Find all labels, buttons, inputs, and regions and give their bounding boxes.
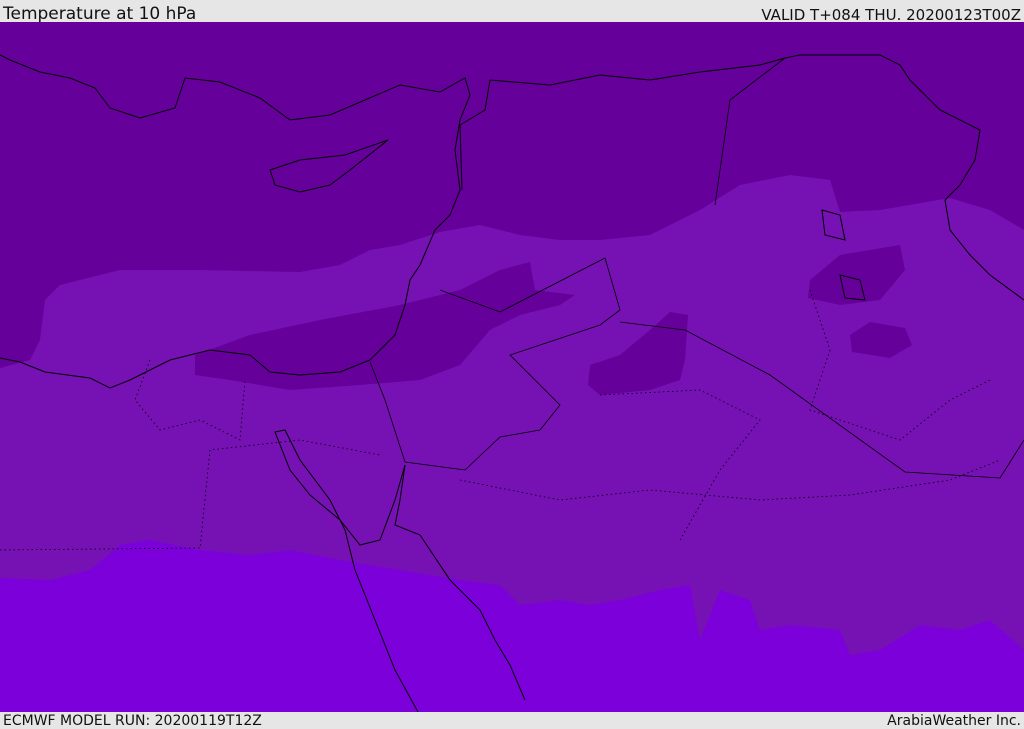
model-run: ECMWF MODEL RUN: 20200119T12Z — [3, 713, 262, 729]
map-title: Temperature at 10 hPa — [3, 4, 197, 24]
temperature-map — [0, 22, 1024, 712]
footer-bar: ECMWF MODEL RUN: 20200119T12Z ArabiaWeat… — [0, 712, 1024, 729]
brand-credit: ArabiaWeather Inc. — [887, 713, 1021, 729]
header-bar: Temperature at 10 hPa VALID T+084 THU. 2… — [0, 0, 1024, 24]
